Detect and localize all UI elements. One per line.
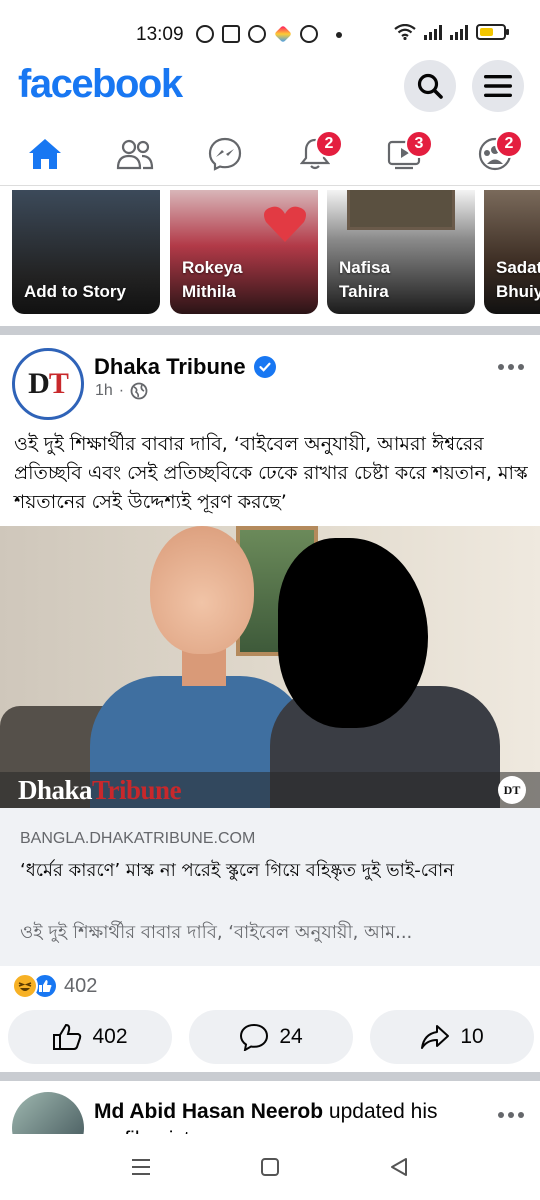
comment-icon: [240, 1023, 269, 1051]
page-avatar[interactable]: DT: [12, 348, 84, 420]
battery-icon: [476, 24, 509, 40]
feed-divider: [0, 326, 540, 335]
post-image[interactable]: DhakaTribune DT: [0, 526, 540, 808]
author-name[interactable]: Md Abid Hasan Neerob: [94, 1100, 323, 1123]
next-post: Md Abid Hasan Neerob updated his profile…: [0, 1082, 540, 1134]
search-icon: [417, 73, 443, 99]
story-name: Nafisa Tahira: [339, 258, 391, 301]
home-icon: [29, 138, 61, 169]
stories-row: Add to Story Rokeya Mithila Nafisa Tahira …: [0, 190, 540, 322]
link-preview[interactable]: BANGLA.DHAKATRIBUNE.COM ‘ধর্মের কারণে’ ম…: [0, 808, 540, 966]
author-avatar[interactable]: [12, 1092, 84, 1134]
like-count: 402: [92, 1025, 128, 1048]
tab-notifications[interactable]: 2: [285, 124, 345, 184]
app-header: facebook: [0, 58, 540, 118]
wifi-icon: [394, 24, 416, 40]
comment-button[interactable]: 24: [189, 1010, 353, 1064]
link-title: ‘ধর্মের কারণে’ মাস্ক না পরেই স্কুলে গিয়…: [20, 860, 454, 881]
comment-count: 24: [279, 1025, 303, 1048]
post-more-button[interactable]: [498, 364, 524, 370]
sync-icon: [300, 25, 318, 43]
main-tabs: 2 3 2: [0, 122, 540, 186]
story-name: Rokeya Mithila: [182, 258, 243, 301]
post-meta: 1h ·: [95, 382, 148, 400]
home-nav-icon[interactable]: [259, 1156, 281, 1178]
system-navigation-bar: [0, 1136, 540, 1200]
tab-groups[interactable]: 2: [465, 124, 525, 184]
friends-icon: [116, 139, 154, 169]
signal-icon-2: [450, 24, 468, 40]
avatar-logo: DT: [28, 367, 69, 400]
notifications-badge: 2: [315, 129, 343, 158]
story-card[interactable]: Rokeya Mithila: [170, 190, 318, 314]
whatsapp-icon: [196, 25, 214, 43]
tab-watch[interactable]: 3: [375, 124, 435, 184]
story-name: Sadat Bhuiy: [496, 258, 540, 301]
next-post-headline: Md Abid Hasan Neerob updated his profile…: [94, 1100, 438, 1134]
messenger-status-icon: [248, 25, 266, 43]
story-card-add[interactable]: Add to Story: [12, 190, 160, 314]
globe-icon: [130, 382, 148, 400]
tab-friends[interactable]: [105, 124, 165, 184]
search-button[interactable]: [404, 60, 456, 112]
next-post-more-button[interactable]: [498, 1112, 524, 1118]
page-name[interactable]: Dhaka Tribune: [94, 354, 246, 380]
image-watermark: DhakaTribune: [18, 775, 182, 805]
share-icon: [421, 1025, 450, 1049]
signal-icon-1: [424, 24, 442, 40]
post-time[interactable]: 1h: [95, 382, 113, 400]
hamburger-icon: [484, 75, 512, 97]
image-logo-badge: DT: [498, 776, 526, 804]
groups-badge: 2: [495, 129, 523, 158]
link-description: ওই দুই শিক্ষার্থীর বাবার দাবি, ‘বাইবেল অ…: [20, 922, 413, 943]
verified-badge-icon: [253, 356, 276, 378]
reaction-count: 402: [64, 974, 98, 997]
notification-icons: [196, 25, 318, 43]
haha-reaction-icon: [12, 973, 38, 999]
meta-separator: ·: [118, 382, 125, 399]
like-button[interactable]: 402: [8, 1010, 172, 1064]
share-count: 10: [460, 1025, 484, 1048]
heart-app-icon: [274, 25, 292, 43]
page-name-row: Dhaka Tribune: [94, 354, 276, 380]
post-actions: 402 24 10: [8, 1010, 534, 1064]
tab-messenger[interactable]: [195, 124, 255, 184]
menu-button[interactable]: [472, 60, 524, 112]
tab-home[interactable]: [15, 124, 75, 184]
facebook-logo[interactable]: facebook: [18, 62, 183, 107]
heart-decoration: [264, 206, 306, 242]
link-domain: BANGLA.DHAKATRIBUNE.COM: [20, 830, 256, 847]
messenger-icon: [208, 137, 242, 171]
status-time: 13:09: [136, 24, 184, 45]
more-notifications-dot: [336, 32, 342, 38]
share-button[interactable]: 10: [370, 1010, 534, 1064]
story-card[interactable]: Nafisa Tahira: [327, 190, 475, 314]
post-header: DT Dhaka Tribune 1h ·: [0, 346, 540, 422]
notes-icon: [222, 25, 240, 43]
story-card[interactable]: Sadat Bhuiy: [484, 190, 540, 314]
feed-divider: [0, 1072, 540, 1081]
thumbs-up-icon: [53, 1023, 82, 1050]
watch-badge: 3: [405, 129, 433, 158]
recent-apps-icon[interactable]: [130, 1156, 152, 1178]
story-thumbnail: [347, 190, 455, 230]
post-text: ওই দুই শিক্ষার্থীর বাবার দাবি, ‘বাইবেল অ…: [14, 433, 528, 513]
reactions-summary[interactable]: 402: [12, 970, 97, 1002]
back-nav-icon[interactable]: [388, 1156, 410, 1178]
story-name: Add to Story: [24, 282, 126, 301]
system-status: [394, 24, 509, 40]
person-face: [150, 526, 254, 654]
